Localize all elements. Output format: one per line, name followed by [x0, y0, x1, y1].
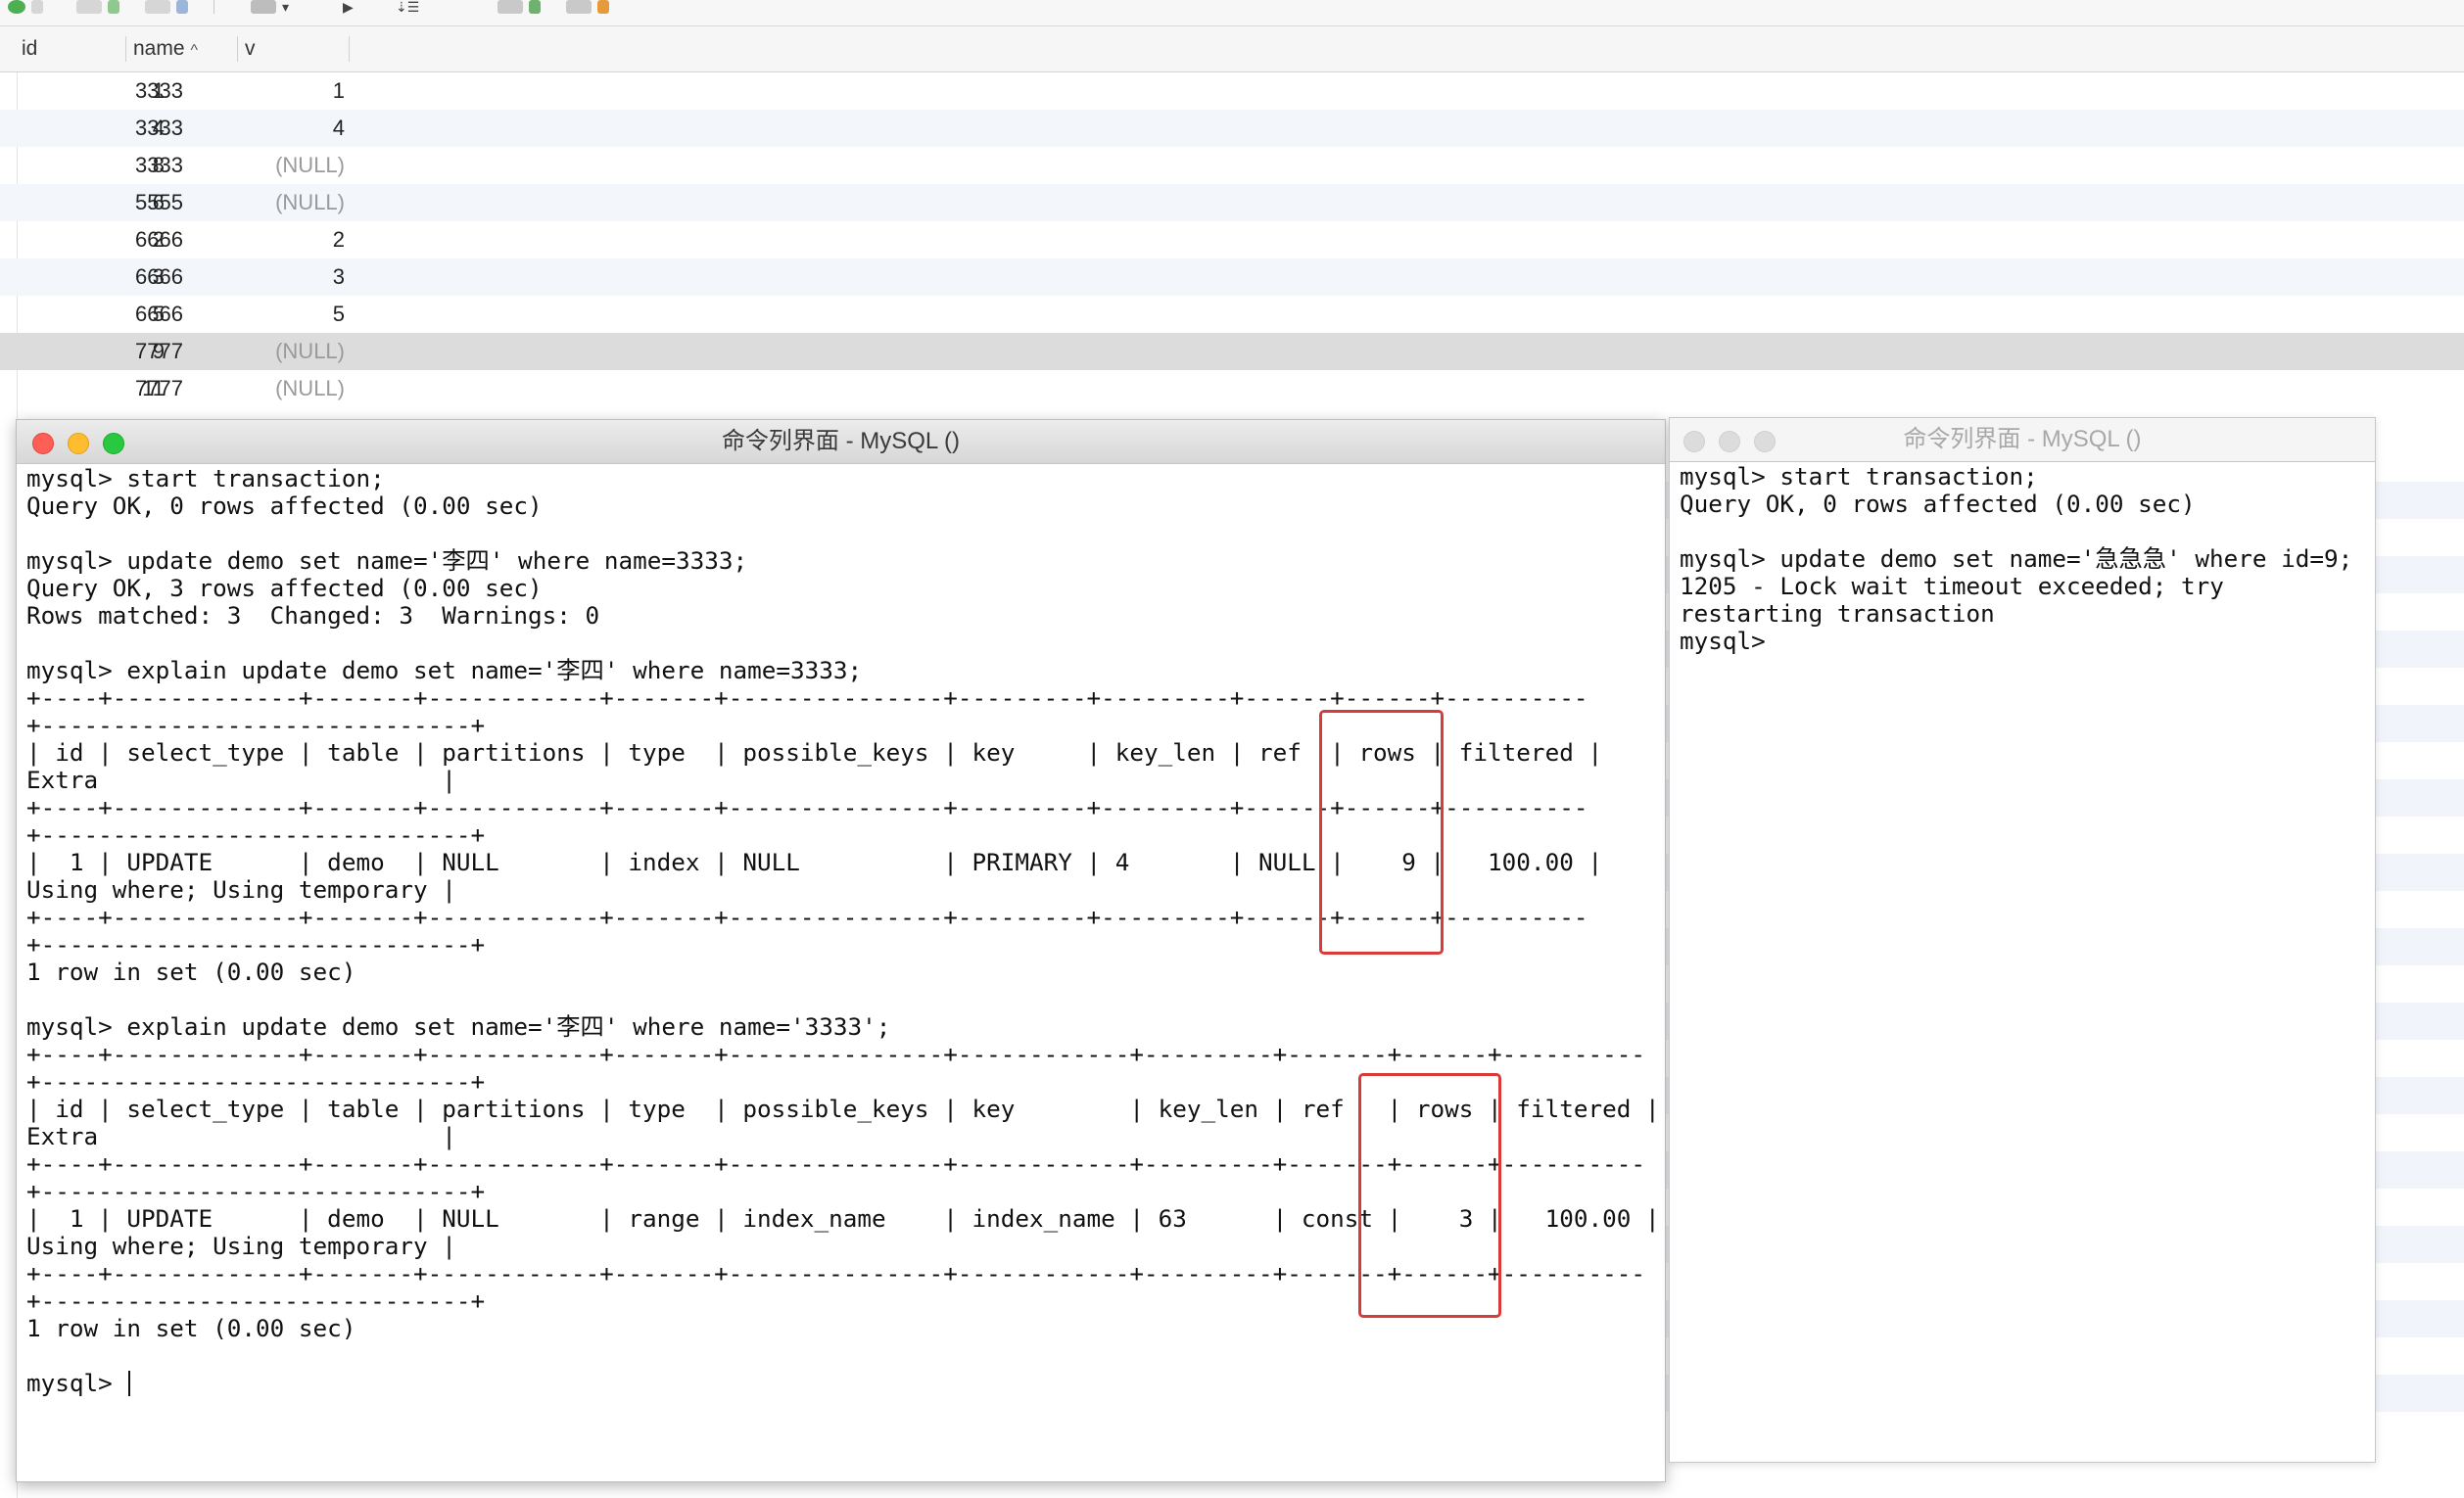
table-row[interactable]: 1 3333 1 [0, 72, 2464, 110]
table-row[interactable]: 11 7777 (NULL) [0, 370, 2464, 407]
text-cursor [128, 1371, 131, 1396]
terminal-prompt: mysql> [26, 1369, 127, 1397]
cell-name[interactable]: 6666 [135, 221, 183, 258]
terminal-output[interactable]: mysql> start transaction; Query OK, 0 ro… [1680, 463, 2352, 655]
cell-name[interactable]: 7777 [135, 370, 183, 407]
table-row[interactable]: 4 3333 4 [0, 110, 2464, 147]
import-icon[interactable] [498, 0, 546, 14]
rows-highlight-box [1358, 1073, 1501, 1318]
window-title: 命令列界面 - MySQL () [721, 428, 961, 454]
cell-name[interactable]: 3333 [135, 110, 183, 147]
cell-name[interactable]: 5555 [135, 184, 183, 221]
play-icon[interactable]: ▶ [343, 0, 354, 14]
toolbar-divider [213, 0, 214, 14]
window-title: 命令列界面 - MySQL () [1903, 426, 2142, 452]
sort-icon[interactable]: ⇣☰ [396, 0, 419, 14]
cell-v[interactable]: 1 [196, 72, 345, 110]
cell-v[interactable]: (NULL) [196, 147, 345, 184]
column-header-id[interactable]: id [18, 26, 125, 71]
table-row[interactable]: 9 7777 (NULL) [0, 333, 2464, 370]
cell-v[interactable]: 5 [196, 296, 345, 333]
cell-v[interactable]: (NULL) [196, 370, 345, 407]
table-row[interactable]: 6 5555 (NULL) [0, 184, 2464, 221]
mysql-terminal-window-active[interactable]: 命令列界面 - MySQL () mysql> start transactio… [16, 419, 1666, 1482]
grid-header: id name ^ v [0, 26, 2464, 72]
cell-name[interactable]: 7777 [135, 333, 183, 370]
export-icon[interactable] [566, 0, 615, 14]
refresh-icon[interactable] [145, 0, 194, 14]
cell-name[interactable]: 3333 [135, 147, 183, 184]
column-header-name[interactable]: name ^ [129, 26, 237, 71]
table-row[interactable]: 3 6666 3 [0, 258, 2464, 296]
mysql-terminal-window-inactive[interactable]: 命令列界面 - MySQL () mysql> start transactio… [1669, 417, 2376, 1463]
column-divider[interactable] [349, 36, 350, 62]
text-view-icon[interactable]: ▾ [251, 0, 289, 14]
cell-v[interactable]: 2 [196, 221, 345, 258]
column-divider[interactable] [125, 36, 126, 62]
cell-name[interactable]: 6666 [135, 296, 183, 333]
rows-highlight-box [1319, 710, 1444, 955]
window-titlebar[interactable]: 命令列界面 - MySQL () [17, 420, 1665, 464]
dropdown-icon[interactable]: ▾ [282, 0, 289, 14]
sort-ascending-icon: ^ [190, 42, 199, 59]
cell-name[interactable]: 3333 [135, 72, 183, 110]
cell-v[interactable]: (NULL) [196, 333, 345, 370]
cell-v[interactable]: 3 [196, 258, 345, 296]
cell-v[interactable]: (NULL) [196, 184, 345, 221]
column-header-v[interactable]: v [241, 26, 349, 71]
table-row[interactable]: 5 6666 5 [0, 296, 2464, 333]
table-row[interactable]: 8 3333 (NULL) [0, 147, 2464, 184]
cell-v[interactable]: 4 [196, 110, 345, 147]
table-row[interactable]: 2 6666 2 [0, 221, 2464, 258]
window-titlebar[interactable]: 命令列界面 - MySQL () [1670, 418, 2375, 462]
commit-icon[interactable] [76, 0, 125, 14]
column-header-name-label: name [133, 37, 185, 60]
run-icon[interactable] [8, 0, 49, 14]
column-divider[interactable] [237, 36, 238, 62]
cell-name[interactable]: 6666 [135, 258, 183, 296]
toolbar: ▾ ▶ ⇣☰ [0, 0, 2464, 26]
